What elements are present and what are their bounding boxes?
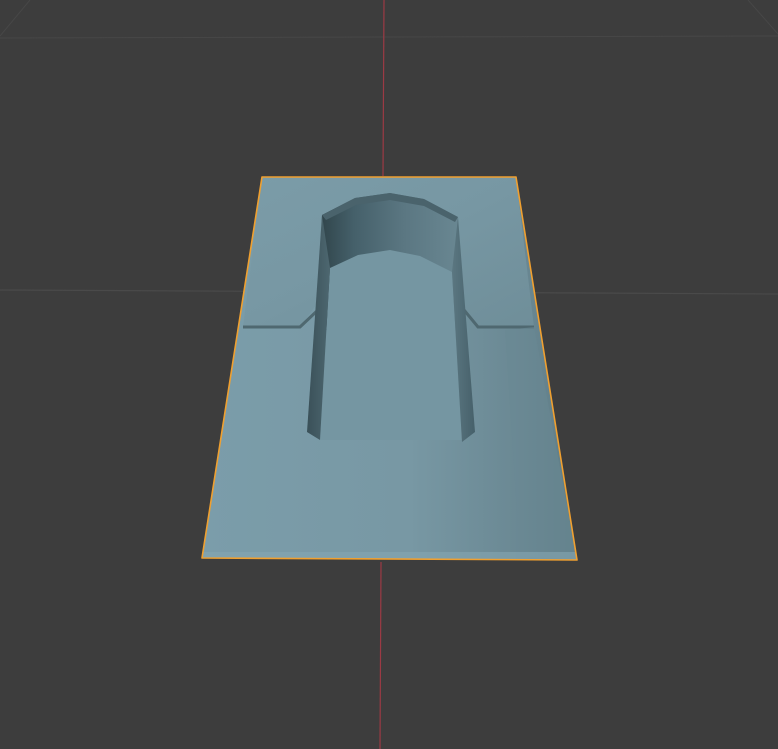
- plane-mesh-object[interactable]: [201, 176, 578, 561]
- y-axis-bottom: [379, 561, 382, 749]
- 3d-viewport[interactable]: [0, 0, 778, 749]
- grid-line-horizon: [0, 35, 778, 39]
- arch-recess-floor: [320, 250, 462, 440]
- grid-line-left-diag: [0, 0, 31, 37]
- viewport-canvas[interactable]: [0, 0, 778, 749]
- grid-line-right-diag: [747, 0, 778, 35]
- y-axis-top: [382, 0, 385, 177]
